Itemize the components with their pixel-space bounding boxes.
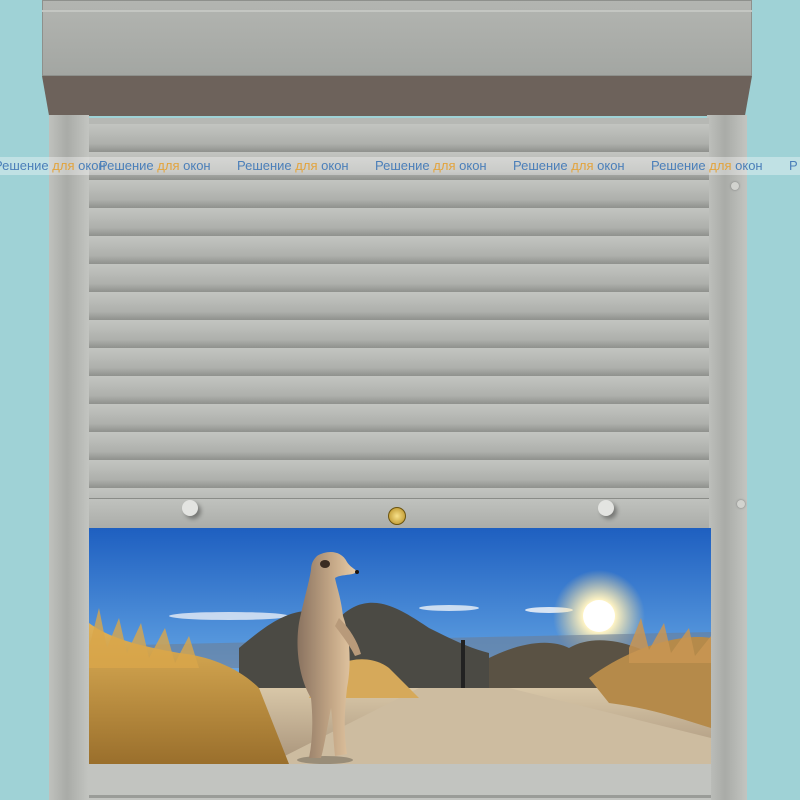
watermark-text: Решение для окон <box>0 158 106 173</box>
shutter-slat <box>89 376 709 404</box>
roller-box <box>42 0 752 118</box>
shutter-slat <box>89 208 709 236</box>
shutter-slat <box>89 348 709 376</box>
shutter-slat <box>89 320 709 348</box>
stopper-left <box>182 500 198 516</box>
meerkat-photo <box>89 528 711 764</box>
roller-box-edge <box>42 10 752 12</box>
right-guide-rail <box>707 115 747 800</box>
watermark-text: Решение для окон <box>237 158 349 173</box>
shutter-slat <box>89 264 709 292</box>
shutter-slat <box>89 292 709 320</box>
shutter-slat <box>89 404 709 432</box>
sill-edge <box>89 795 711 798</box>
watermark-text: Решение для окон <box>651 158 763 173</box>
shutter-slat <box>89 432 709 460</box>
shutter-slat <box>89 236 709 264</box>
rail-screw <box>731 182 739 190</box>
rail-screw <box>737 500 745 508</box>
watermark-text: Р <box>789 158 798 173</box>
watermark-band: Решение для окон Решение для окон Решени… <box>0 157 800 175</box>
left-guide-rail <box>49 115 89 800</box>
watermark-text: Решение для окон <box>375 158 487 173</box>
shutter-curtain <box>89 118 709 530</box>
watermark-text: Решение для окон <box>513 158 625 173</box>
key-lock <box>388 507 406 525</box>
shutter-slat <box>89 180 709 208</box>
shutter-slat <box>89 460 709 488</box>
shutter-slat <box>89 124 709 152</box>
stopper-right <box>598 500 614 516</box>
watermark-text: Решение для окон <box>99 158 211 173</box>
meerkat-photo-art <box>89 528 711 764</box>
roller-shutter-scene: Решение для окон Решение для окон Решени… <box>0 0 800 800</box>
roller-box-underside <box>42 76 752 116</box>
